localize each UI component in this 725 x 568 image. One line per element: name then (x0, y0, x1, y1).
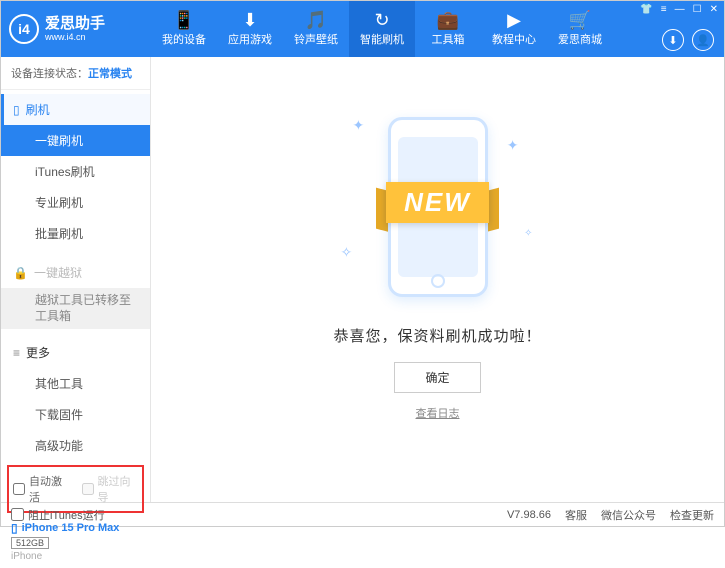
sidebar: 设备连接状态：正常模式 ▯ 刷机 一键刷机 iTunes刷机 专业刷机 批量刷机… (1, 57, 151, 502)
device-info: ▯ iPhone 15 Pro Max 512GB iPhone (1, 517, 150, 568)
checkbox-block-itunes[interactable]: 阻止iTunes运行 (11, 507, 105, 523)
sparkle-icon: ✧ (524, 228, 532, 239)
sidebar-item-download-firmware[interactable]: 下载固件 (1, 399, 150, 430)
apps-icon: ⬇ (242, 11, 257, 29)
nav-ringtones[interactable]: 🎵铃声壁纸 (283, 1, 349, 57)
sidebar-group-more[interactable]: ≡ 更多 (1, 337, 150, 368)
header-actions: ⬇ 👤 (662, 29, 714, 51)
cart-icon: 🛒 (569, 11, 591, 29)
device-icon: 📱 (173, 11, 195, 29)
maximize-icon[interactable]: ☐ (693, 4, 702, 15)
top-nav: 📱我的设备 ⬇应用游戏 🎵铃声壁纸 ↻智能刷机 💼工具箱 ▶教程中心 🛒爱思商城 (151, 1, 613, 57)
sparkle-icon: ✧ (341, 244, 353, 261)
checkbox-skip-guide[interactable]: 跳过向导 (82, 473, 139, 505)
success-message: 恭喜您，保资料刷机成功啦！ (333, 325, 541, 346)
nav-apps[interactable]: ⬇应用游戏 (217, 1, 283, 57)
wechat-link[interactable]: 微信公众号 (601, 507, 656, 523)
device-storage: 512GB (11, 537, 49, 549)
toolbox-icon: 💼 (437, 11, 459, 29)
refresh-icon: ↻ (374, 11, 389, 29)
skin-icon[interactable]: 👕 (640, 4, 652, 15)
list-icon: ≡ (13, 346, 20, 360)
check-update-link[interactable]: 检查更新 (670, 507, 714, 523)
version-label: V7.98.66 (507, 509, 551, 521)
sidebar-jailbreak-note: 越狱工具已转移至工具箱 (1, 288, 150, 329)
sidebar-group-jailbreak: 🔒 一键越狱 (1, 257, 150, 288)
app-header: i4 爱思助手 www.i4.cn 📱我的设备 ⬇应用游戏 🎵铃声壁纸 ↻智能刷… (1, 1, 724, 57)
confirm-button[interactable]: 确定 (394, 362, 480, 393)
phone-small-icon: ▯ (11, 521, 18, 535)
sidebar-item-itunes-flash[interactable]: iTunes刷机 (1, 156, 150, 187)
logo-title: 爱思助手 (45, 16, 105, 31)
user-button[interactable]: 👤 (692, 29, 714, 51)
checkbox-auto-activate[interactable]: 自动激活 (13, 473, 70, 505)
success-illustration: ✦ ✦ ✧ ✧ NEW (333, 107, 543, 307)
support-link[interactable]: 客服 (565, 507, 587, 523)
logo-subtitle: www.i4.cn (45, 33, 105, 42)
sidebar-item-pro-flash[interactable]: 专业刷机 (1, 187, 150, 218)
nav-tutorials[interactable]: ▶教程中心 (481, 1, 547, 57)
connection-status: 设备连接状态：正常模式 (1, 57, 150, 90)
nav-flash[interactable]: ↻智能刷机 (349, 1, 415, 57)
view-log-link[interactable]: 查看日志 (416, 405, 460, 421)
logo-icon: i4 (9, 14, 39, 44)
minimize-icon[interactable]: — (675, 4, 685, 15)
window-controls: 👕 ≡ — ☐ ✕ (640, 4, 718, 15)
sidebar-item-advanced[interactable]: 高级功能 (1, 430, 150, 461)
sidebar-group-flash[interactable]: ▯ 刷机 (1, 94, 150, 125)
nav-my-device[interactable]: 📱我的设备 (151, 1, 217, 57)
new-ribbon: NEW (333, 182, 543, 223)
sidebar-item-batch-flash[interactable]: 批量刷机 (1, 218, 150, 249)
sidebar-item-oneclick-flash[interactable]: 一键刷机 (1, 125, 150, 156)
phone-icon: ▯ (13, 103, 20, 117)
menu-icon[interactable]: ≡ (661, 4, 667, 15)
sparkle-icon: ✦ (507, 137, 519, 154)
close-icon[interactable]: ✕ (710, 4, 718, 15)
nav-toolbox[interactable]: 💼工具箱 (415, 1, 481, 57)
logo: i4 爱思助手 www.i4.cn (9, 14, 151, 44)
download-button[interactable]: ⬇ (662, 29, 684, 51)
nav-store[interactable]: 🛒爱思商城 (547, 1, 613, 57)
play-icon: ▶ (507, 11, 521, 29)
device-name: iPhone 15 Pro Max (22, 522, 120, 534)
sidebar-item-other-tools[interactable]: 其他工具 (1, 368, 150, 399)
device-os: iPhone (11, 551, 140, 562)
sparkle-icon: ✦ (353, 117, 365, 134)
lock-icon: 🔒 (13, 266, 28, 280)
music-icon: 🎵 (305, 11, 327, 29)
main-content: ✦ ✦ ✧ ✧ NEW 恭喜您，保资料刷机成功啦！ 确定 查看日志 (151, 57, 724, 502)
